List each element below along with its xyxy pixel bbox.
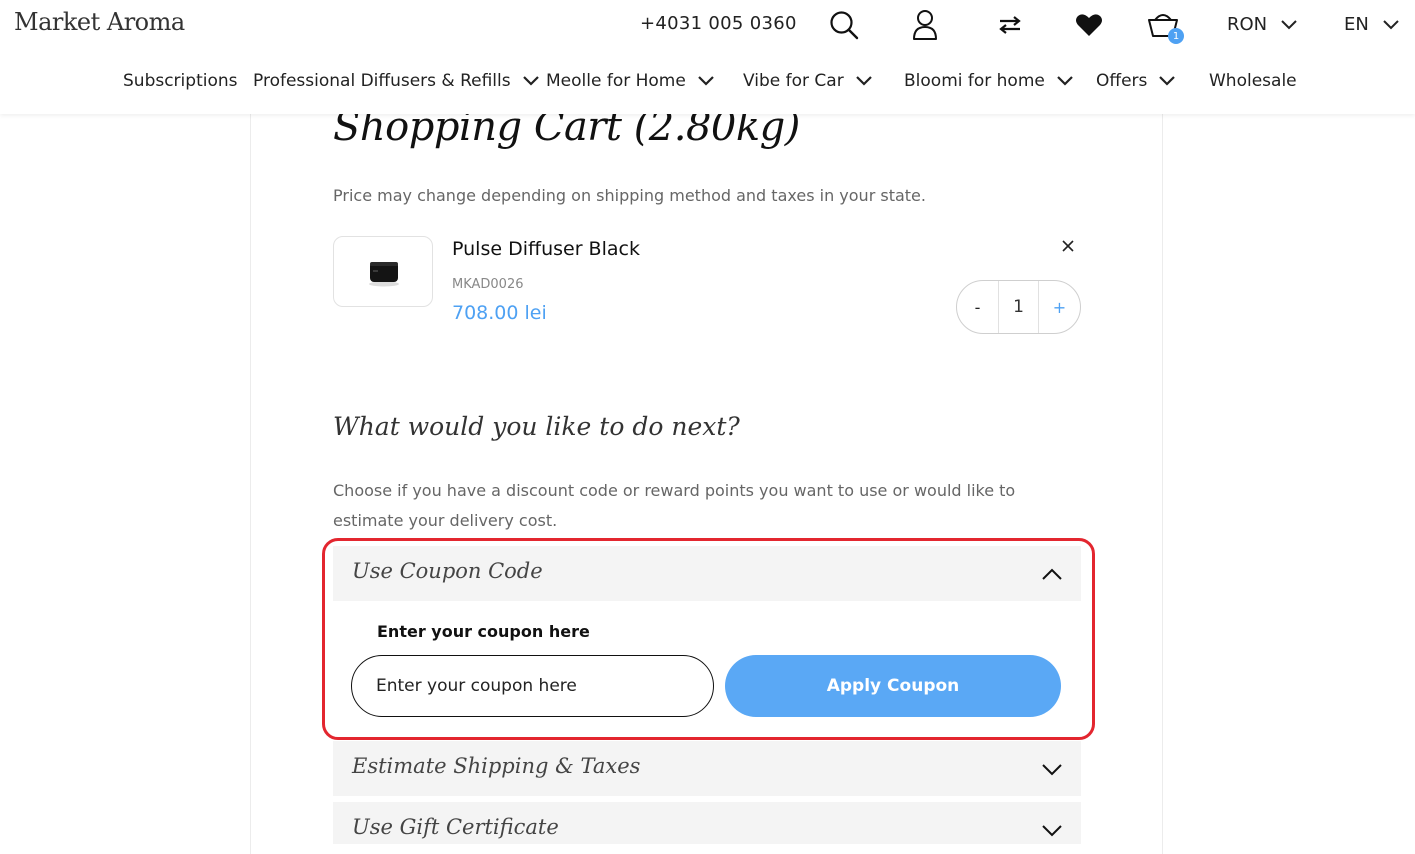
diffuser-product-image [369, 261, 399, 286]
cart-count-badge: 1 [1168, 28, 1184, 44]
next-steps-description: Choose if you have a discount code or re… [333, 481, 1016, 530]
chevron-down-icon [1281, 19, 1297, 29]
product-price: 708.00 lei [452, 302, 547, 324]
quantity-increase-button[interactable]: + [1039, 281, 1080, 333]
nav-item-vibe-for-car[interactable]: Vibe for Car [743, 71, 872, 91]
close-icon [1062, 240, 1074, 252]
user-icon[interactable] [908, 8, 942, 42]
cart-icon[interactable]: 1 [1146, 8, 1184, 44]
search-icon[interactable] [827, 8, 861, 42]
product-thumbnail[interactable] [333, 236, 433, 307]
nav-item-label: Bloomi for home [904, 71, 1045, 91]
nav-item-label: Vibe for Car [743, 71, 844, 91]
chevron-up-icon [1042, 568, 1062, 580]
nav-item-subscriptions[interactable]: Subscriptions [123, 71, 237, 91]
language-selector[interactable]: EN [1344, 14, 1399, 35]
main-nav: Subscriptions Professional Diffusers & R… [0, 71, 1415, 101]
nav-item-meolle-for-home[interactable]: Meolle for Home [546, 71, 714, 91]
product-sku: MKAD0026 [452, 277, 524, 292]
coupon-field-label: Enter your coupon here [377, 622, 590, 641]
currency-selector[interactable]: RON [1227, 14, 1297, 35]
product-name[interactable]: Pulse Diffuser Black [452, 238, 640, 260]
chevron-down-icon [698, 76, 714, 86]
coupon-input[interactable] [351, 655, 714, 717]
chevron-down-icon [1159, 76, 1176, 86]
nav-item-label: Meolle for Home [546, 71, 686, 91]
chevron-down-icon [1042, 825, 1062, 837]
currency-label: RON [1227, 14, 1268, 35]
site-header: Market Aroma +4031 005 0360 1 RON EN Sub… [0, 0, 1415, 114]
nav-item-offers[interactable]: Offers [1096, 71, 1176, 91]
chevron-down-icon [1383, 19, 1399, 29]
compare-icon[interactable] [993, 8, 1027, 42]
shipping-accordion-header[interactable]: Estimate Shipping & Taxes [333, 741, 1081, 796]
nav-item-label: Offers [1096, 71, 1148, 91]
coupon-accordion-header[interactable]: Use Coupon Code [333, 546, 1081, 601]
chevron-down-icon [522, 76, 539, 86]
chevron-down-icon [1042, 764, 1062, 776]
nav-item-label: Wholesale [1209, 71, 1297, 91]
gift-certificate-accordion-header[interactable]: Use Gift Certificate [333, 802, 1081, 844]
heart-icon[interactable] [1072, 8, 1106, 42]
price-note: Price may change depending on shipping m… [333, 186, 926, 205]
nav-item-label: Subscriptions [123, 71, 238, 91]
nav-item-label: Professional Diffusers & Refills [253, 71, 511, 91]
quantity-value[interactable]: 1 [998, 281, 1039, 333]
next-steps-title: What would you like to do next? [333, 412, 740, 441]
accordion-title: Use Gift Certificate [352, 815, 559, 839]
quantity-decrease-button[interactable]: - [957, 281, 998, 333]
quantity-stepper: - 1 + [956, 280, 1081, 334]
nav-item-wholesale[interactable]: Wholesale [1209, 71, 1297, 91]
apply-coupon-button[interactable]: Apply Coupon [725, 655, 1061, 717]
remove-item-button[interactable] [1058, 236, 1078, 256]
site-logo[interactable]: Market Aroma [14, 8, 185, 36]
phone-number[interactable]: +4031 005 0360 [640, 13, 797, 34]
accordion-title: Use Coupon Code [352, 559, 543, 583]
nav-item-bloomi-for-home[interactable]: Bloomi for home [904, 71, 1073, 91]
chevron-down-icon [855, 76, 872, 86]
chevron-down-icon [1057, 76, 1073, 86]
accordion-title: Estimate Shipping & Taxes [352, 754, 641, 778]
nav-item-professional-diffusers[interactable]: Professional Diffusers & Refills [253, 71, 539, 91]
language-label: EN [1344, 14, 1369, 35]
